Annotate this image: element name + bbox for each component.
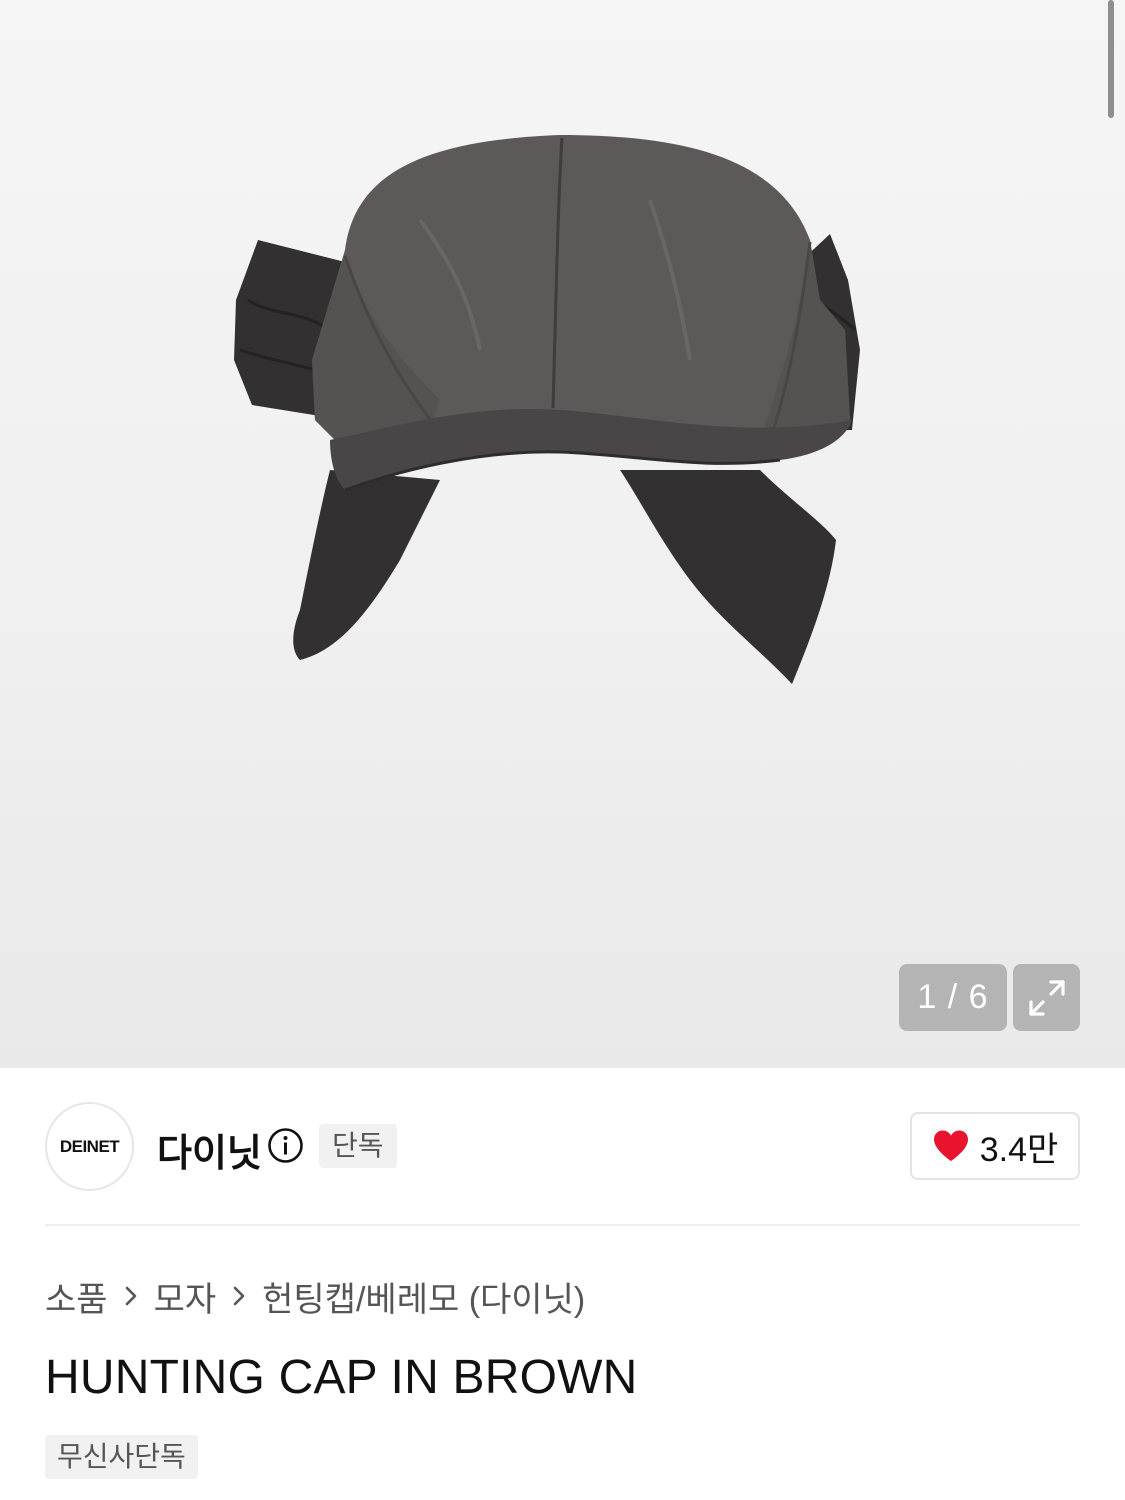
brand-row: DEINET 다이닛 단독 3.4만	[45, 1102, 1080, 1192]
product-title: HUNTING CAP IN BROWN	[45, 1351, 638, 1404]
scrollbar[interactable]	[1108, 0, 1114, 118]
like-button[interactable]: 3.4만	[910, 1112, 1080, 1180]
product-image-gallery[interactable]: 1 / 6	[0, 0, 1125, 1068]
exclusive-badge: 단독	[319, 1124, 397, 1168]
breadcrumb-item-brand-category[interactable]: 헌팅캡/베레모 (다이닛)	[262, 1272, 585, 1321]
brand-name-link[interactable]: 다이닛	[157, 1122, 262, 1177]
musinsa-exclusive-tag: 무신사단독	[45, 1435, 198, 1479]
heart-icon	[933, 1130, 968, 1161]
info-icon[interactable]	[267, 1127, 304, 1164]
expand-icon	[1028, 979, 1065, 1016]
chevron-right-icon	[108, 1284, 154, 1308]
image-counter: 1 / 6	[899, 964, 1007, 1031]
divider	[45, 1224, 1080, 1226]
breadcrumb: 소품 모자 헌팅캡/베레모 (다이닛)	[45, 1272, 585, 1321]
product-page: 1 / 6 DEINET 다이닛 단독 3.4만 소품 모자 헌팅캡/베레모 (…	[0, 0, 1125, 1500]
like-count: 3.4만	[979, 1130, 1059, 1169]
brand-logo-text: DEINET	[59, 1136, 120, 1156]
expand-button[interactable]	[1013, 964, 1080, 1031]
breadcrumb-item-category[interactable]: 소품	[45, 1272, 108, 1321]
product-photo	[234, 135, 860, 684]
brand-logo[interactable]: DEINET	[45, 1102, 134, 1191]
chevron-right-icon	[216, 1284, 262, 1308]
breadcrumb-item-subcategory[interactable]: 모자	[154, 1272, 217, 1321]
